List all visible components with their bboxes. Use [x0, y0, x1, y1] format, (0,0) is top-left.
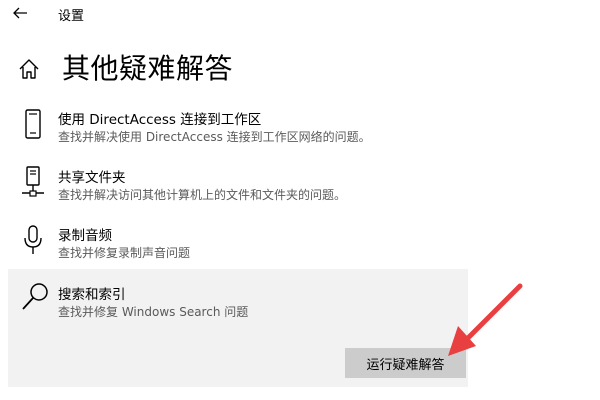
troubleshooter-description: 查找并修复录制声音问题 — [58, 246, 191, 260]
back-arrow-icon — [13, 7, 27, 19]
troubleshooter-title: 搜索和索引 — [58, 287, 126, 303]
annotation-arrow-icon — [448, 283, 523, 356]
troubleshooter-recording-audio[interactable]: 录制音频 查找并修复录制声音问题 — [8, 224, 468, 264]
troubleshooter-title: 使用 DirectAccess 连接到工作区 — [58, 112, 262, 128]
home-icon — [19, 59, 39, 79]
troubleshooter-shared-folders[interactable]: 共享文件夹 查找并解决访问其他计算机上的文件和文件夹的问题。 — [8, 166, 468, 206]
troubleshooter-description: 查找并修复 Windows Search 问题 — [58, 305, 249, 319]
troubleshooter-directaccess[interactable]: 使用 DirectAccess 连接到工作区 查找并解决使用 DirectAcc… — [8, 108, 468, 148]
network-share-icon — [22, 166, 44, 197]
troubleshooter-title: 共享文件夹 — [58, 170, 126, 186]
troubleshooter-search-indexing[interactable]: 搜索和索引 查找并修复 Windows Search 问题 运行疑难解答 — [8, 269, 468, 387]
troubleshooter-title: 录制音频 — [58, 228, 112, 244]
settings-page: 设置 其他疑难解答 使用 DirectAccess 连接到工作区 查找并解决使用… — [0, 0, 600, 400]
back-button[interactable] — [10, 3, 30, 23]
page-title: 其他疑难解答 — [62, 52, 234, 85]
app-title: 设置 — [58, 9, 85, 24]
title-bar: 设置 — [0, 0, 600, 28]
microphone-icon — [24, 225, 42, 254]
troubleshooter-description: 查找并解决使用 DirectAccess 连接到工作区网络的问题。 — [58, 130, 371, 144]
troubleshooter-description: 查找并解决访问其他计算机上的文件和文件夹的问题。 — [58, 188, 347, 202]
search-icon — [22, 283, 48, 310]
phone-icon — [25, 109, 41, 139]
